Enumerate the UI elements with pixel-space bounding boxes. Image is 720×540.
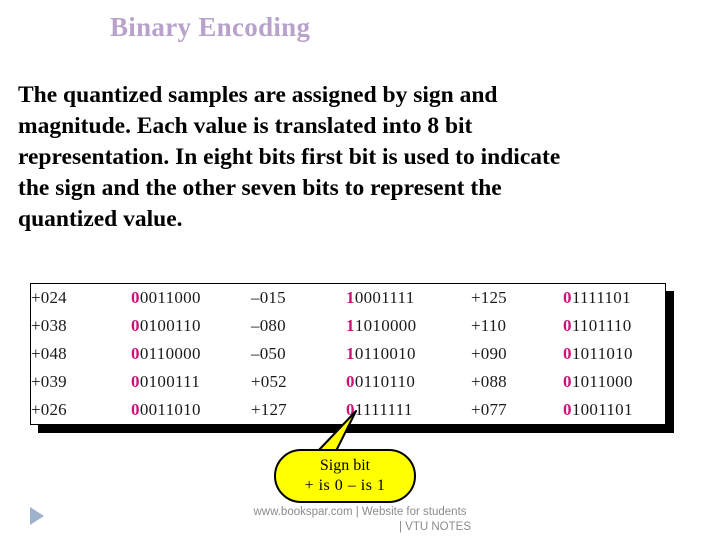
sign-bit: 0: [131, 400, 140, 419]
table-row: +039 00100111 +052 00110110 +088 0101100…: [31, 368, 667, 396]
binary-value: 10001111: [346, 284, 471, 312]
encoding-table-container: +024 00011000 –015 10001111 +125 0111110…: [30, 283, 674, 433]
body-line: the sign and the other seven bits to rep…: [18, 175, 502, 201]
decimal-value: +090: [471, 344, 507, 363]
sign-bit: 0: [131, 372, 140, 391]
sign-bit: 0: [563, 344, 572, 363]
binary-value: 00110110: [346, 368, 471, 396]
binary-value: 01011000: [563, 368, 667, 396]
sign-bit: 0: [563, 400, 572, 419]
binary-value: 01111111: [346, 396, 471, 424]
body-line: The quantized samples are assigned by si…: [18, 82, 498, 108]
magnitude-bits: 0100111: [139, 372, 201, 391]
decimal-value: +127: [251, 400, 287, 419]
decimal-value: +048: [31, 344, 67, 363]
binary-value: 10110010: [346, 340, 471, 368]
table-row: +024 00011000 –015 10001111 +125 0111110…: [31, 284, 667, 312]
binary-value: 01011010: [563, 340, 667, 368]
magnitude-bits: 0011010: [139, 400, 201, 419]
binary-value: 00110000: [131, 340, 251, 368]
sign-bit-callout: Sign bit + is 0 – is 1: [274, 410, 416, 503]
magnitude-bits: 0110000: [139, 344, 201, 363]
decimal-value: +024: [31, 288, 67, 307]
footer-line-1: www.bookspar.com | Website for students: [253, 506, 467, 518]
sign-bit: 0: [131, 288, 140, 307]
body-line: representation. In eight bits first bit …: [18, 144, 561, 170]
magnitude-bits: 1011000: [571, 372, 633, 391]
decimal-value: +052: [251, 372, 287, 391]
binary-value: 01001101: [563, 396, 667, 424]
decimal-value: +125: [471, 288, 507, 307]
play-triangle-icon[interactable]: [30, 507, 44, 525]
binary-value: 00011010: [131, 396, 251, 424]
callout-line-1: Sign bit: [319, 457, 371, 474]
decimal-value: –080: [251, 316, 286, 335]
binary-value: 00011000: [131, 284, 251, 312]
decimal-value: +026: [31, 400, 67, 419]
page-title: Binary Encoding: [110, 12, 311, 42]
decimal-value: +077: [471, 400, 507, 419]
callout-bubble: Sign bit + is 0 – is 1: [274, 449, 416, 503]
table-row: +026 00011010 +127 01111111 +077 0100110…: [31, 396, 667, 424]
callout-line-2: + is 0 – is 1: [304, 477, 386, 494]
sign-bit: 0: [346, 372, 355, 391]
decimal-value: +039: [31, 372, 67, 391]
decimal-value: +110: [471, 316, 507, 335]
binary-value: 00100110: [131, 312, 251, 340]
magnitude-bits: 0110010: [354, 344, 416, 363]
sign-bit: 1: [346, 288, 355, 307]
footer: www.bookspar.com | Website for students …: [0, 505, 720, 535]
sign-bit: 0: [563, 372, 572, 391]
sign-bit: 0: [131, 316, 140, 335]
binary-value: 00100111: [131, 368, 251, 396]
sign-bit: 0: [131, 344, 140, 363]
sign-bit: 0: [563, 316, 572, 335]
magnitude-bits: 0001111: [354, 288, 415, 307]
table-row: +038 00100110 –080 11010000 +110 0110111…: [31, 312, 667, 340]
magnitude-bits: 1111101: [571, 288, 631, 307]
magnitude-bits: 1111111: [354, 400, 413, 419]
decimal-value: +038: [31, 316, 67, 335]
body-paragraph: The quantized samples are assigned by si…: [18, 80, 702, 235]
magnitude-bits: 1011010: [571, 344, 633, 363]
footer-line-2: | VTU NOTES: [399, 521, 471, 533]
decimal-value: +088: [471, 372, 507, 391]
sign-bit: 1: [346, 344, 355, 363]
body-line: quantized value.: [18, 206, 183, 232]
decimal-value: –015: [251, 288, 286, 307]
sign-bit: 0: [563, 288, 572, 307]
body-line: magnitude. Each value is translated into…: [18, 113, 473, 139]
magnitude-bits: 1010000: [354, 316, 417, 335]
magnitude-bits: 1001101: [571, 400, 633, 419]
binary-encoding-table: +024 00011000 –015 10001111 +125 0111110…: [30, 283, 666, 425]
binary-value: 01111101: [563, 284, 667, 312]
decimal-value: –050: [251, 344, 286, 363]
magnitude-bits: 0100110: [139, 316, 201, 335]
magnitude-bits: 1101110: [571, 316, 632, 335]
sign-bit: 1: [346, 316, 355, 335]
binary-value: 01101110: [563, 312, 667, 340]
sign-bit: 0: [346, 400, 355, 419]
magnitude-bits: 0011000: [139, 288, 201, 307]
table-row: +048 00110000 –050 10110010 +090 0101101…: [31, 340, 667, 368]
magnitude-bits: 0110110: [354, 372, 416, 391]
binary-value: 11010000: [346, 312, 471, 340]
